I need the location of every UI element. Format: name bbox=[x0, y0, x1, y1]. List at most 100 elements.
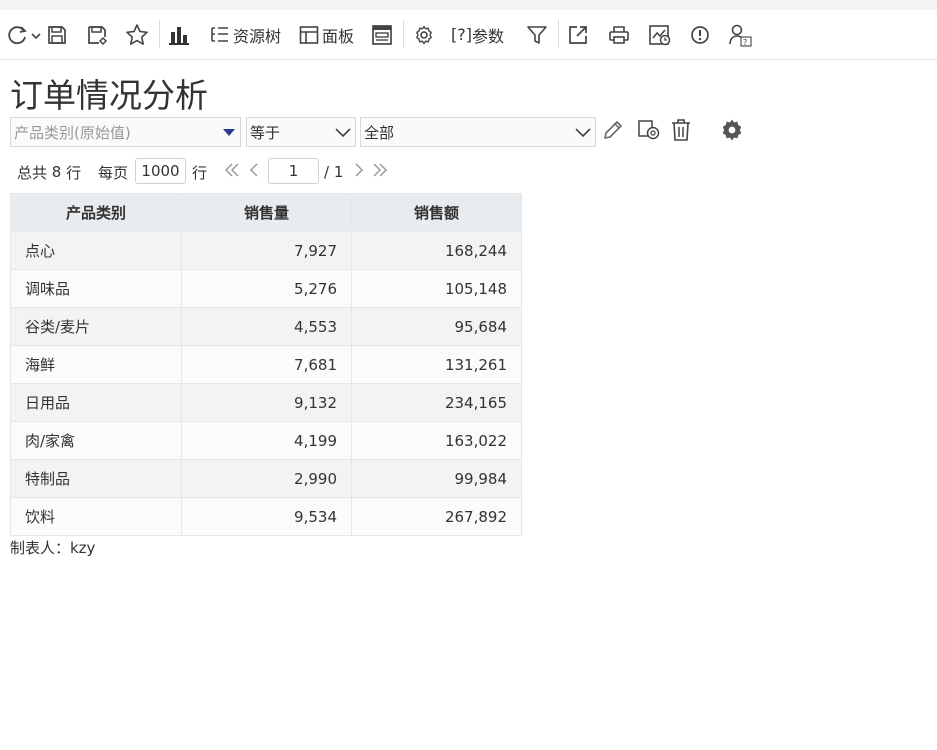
current-page-input[interactable]: 1 bbox=[268, 158, 319, 184]
cell-category: 调味品 bbox=[10, 269, 182, 308]
next-page-button[interactable] bbox=[353, 158, 365, 186]
export-button[interactable] bbox=[567, 10, 589, 59]
bar-chart-icon bbox=[168, 24, 190, 46]
dropdown-triangle-icon bbox=[222, 125, 236, 143]
cell-category: 点心 bbox=[10, 231, 182, 270]
layout-icon bbox=[371, 24, 393, 46]
filter-gear-button[interactable] bbox=[720, 117, 744, 147]
favorite-button[interactable] bbox=[125, 10, 149, 59]
star-icon bbox=[125, 23, 149, 47]
user-help-icon: ? bbox=[728, 23, 754, 47]
alert-button[interactable] bbox=[690, 10, 710, 59]
cell-quantity: 5,276 bbox=[181, 269, 352, 308]
double-chevron-right-icon bbox=[372, 162, 388, 182]
panel-button[interactable]: 面板 bbox=[299, 10, 354, 59]
filter-field-placeholder: 产品类别(原始值) bbox=[14, 123, 131, 142]
column-header-quantity[interactable]: 销售量 bbox=[181, 193, 352, 232]
cell-amount: 105,148 bbox=[351, 269, 522, 308]
cell-quantity: 7,927 bbox=[181, 231, 352, 270]
export-icon bbox=[567, 24, 589, 46]
rows-unit: 行 bbox=[66, 163, 82, 182]
panel-icon bbox=[299, 25, 319, 45]
tree-icon bbox=[210, 25, 230, 45]
exclamation-icon bbox=[690, 25, 710, 45]
chevron-left-icon bbox=[248, 162, 260, 182]
table-row: 谷类/麦片 4,553 95,684 bbox=[10, 307, 522, 346]
copy-settings-icon bbox=[637, 118, 661, 146]
cell-amount: 168,244 bbox=[351, 231, 522, 270]
table-row: 调味品 5,276 105,148 bbox=[10, 269, 522, 308]
layout-button[interactable] bbox=[371, 10, 393, 59]
edit-filter-button[interactable] bbox=[601, 117, 625, 147]
params-icon: [?] bbox=[451, 25, 472, 44]
svg-text:?: ? bbox=[743, 38, 747, 47]
last-page-button[interactable] bbox=[372, 158, 388, 186]
top-strip bbox=[0, 0, 937, 10]
cell-quantity: 9,132 bbox=[181, 383, 352, 422]
filter-operator-value: 等于 bbox=[250, 123, 281, 142]
save-button[interactable] bbox=[46, 10, 68, 59]
resource-tree-button[interactable]: 资源树 bbox=[210, 10, 281, 59]
filter-icon bbox=[526, 24, 548, 46]
table-row: 点心 7,927 168,244 bbox=[10, 231, 522, 270]
per-page-input[interactable]: 1000 bbox=[135, 158, 186, 184]
chart-button[interactable] bbox=[168, 10, 190, 59]
resource-tree-label: 资源树 bbox=[233, 26, 282, 46]
cell-quantity: 4,553 bbox=[181, 307, 352, 346]
cell-amount: 99,984 bbox=[351, 459, 522, 498]
chevron-down-icon bbox=[335, 125, 351, 143]
report-author: 制表人：kzy bbox=[10, 539, 96, 557]
first-page-button[interactable] bbox=[224, 158, 240, 186]
toolbar-divider bbox=[558, 20, 559, 48]
print-button[interactable] bbox=[608, 10, 630, 59]
gear-icon bbox=[413, 24, 435, 46]
filter-operator-select[interactable]: 等于 bbox=[246, 117, 356, 147]
total-pages: / 1 bbox=[324, 163, 344, 181]
schedule-button[interactable] bbox=[648, 10, 672, 59]
params-label: 参数 bbox=[471, 26, 504, 46]
double-chevron-left-icon bbox=[224, 162, 240, 182]
panel-label: 面板 bbox=[322, 26, 355, 46]
cell-amount: 234,165 bbox=[351, 383, 522, 422]
gear-icon bbox=[720, 118, 744, 146]
table-row: 饮料 9,534 267,892 bbox=[10, 497, 522, 536]
chevron-right-icon bbox=[353, 162, 365, 182]
save-as-icon bbox=[86, 24, 108, 46]
column-header-category[interactable]: 产品类别 bbox=[10, 193, 182, 232]
filter-settings-button[interactable] bbox=[637, 117, 661, 147]
per-page-unit: 行 bbox=[192, 163, 208, 182]
params-button[interactable]: [?] 参数 bbox=[451, 10, 504, 59]
refresh-button[interactable] bbox=[5, 10, 41, 59]
per-page-label: 每页 bbox=[98, 163, 129, 182]
filter-field-select[interactable]: 产品类别(原始值) bbox=[10, 117, 241, 147]
refresh-icon bbox=[5, 23, 41, 47]
cell-category: 饮料 bbox=[10, 497, 182, 536]
toolbar: 资源树 面板 [?] 参数 ? bbox=[0, 10, 937, 60]
total-prefix: 总共 bbox=[17, 163, 48, 182]
filter-value-select[interactable]: 全部 bbox=[360, 117, 596, 147]
cell-quantity: 7,681 bbox=[181, 345, 352, 384]
cell-amount: 267,892 bbox=[351, 497, 522, 536]
filter-value: 全部 bbox=[364, 123, 395, 142]
settings-button[interactable] bbox=[413, 10, 435, 59]
table-header-row: 产品类别 销售量 销售额 bbox=[10, 193, 522, 232]
total-rows: 8 bbox=[51, 163, 62, 181]
chevron-down-icon bbox=[575, 125, 591, 143]
save-icon bbox=[46, 24, 68, 46]
report-table: 产品类别 销售量 销售额 点心 7,927 168,244 调味品 5,276 … bbox=[10, 193, 522, 536]
cell-amount: 131,261 bbox=[351, 345, 522, 384]
save-as-button[interactable] bbox=[86, 10, 108, 59]
filter-button[interactable] bbox=[526, 10, 548, 59]
delete-filter-button[interactable] bbox=[670, 117, 692, 147]
prev-page-button[interactable] bbox=[248, 158, 260, 186]
pencil-icon bbox=[601, 118, 625, 146]
toolbar-divider bbox=[403, 20, 404, 48]
user-help-button[interactable]: ? bbox=[728, 10, 754, 59]
table-row: 特制品 2,990 99,984 bbox=[10, 459, 522, 498]
cell-quantity: 4,199 bbox=[181, 421, 352, 460]
table-row: 日用品 9,132 234,165 bbox=[10, 383, 522, 422]
total-rows-info: 总共 8 行 bbox=[17, 158, 81, 186]
column-header-amount[interactable]: 销售额 bbox=[351, 193, 522, 232]
page-title: 订单情况分析 bbox=[10, 76, 208, 115]
cell-quantity: 9,534 bbox=[181, 497, 352, 536]
